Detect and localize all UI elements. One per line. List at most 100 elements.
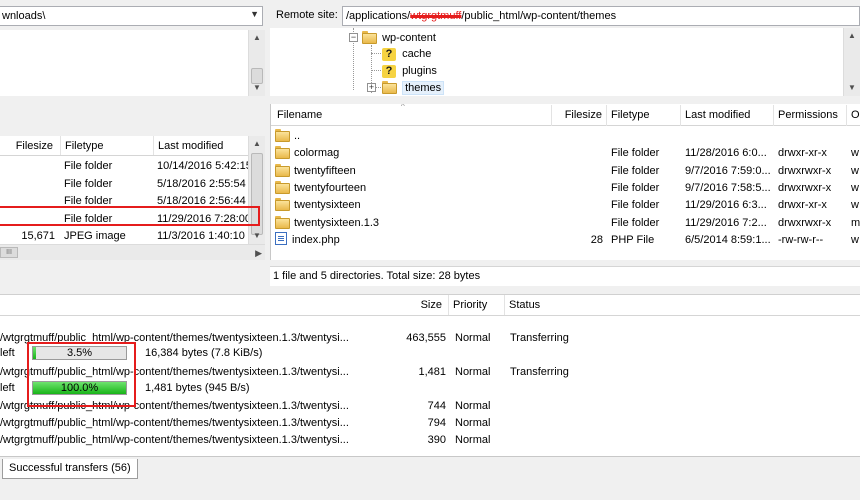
hscroll-thumb[interactable]: III [0, 247, 18, 258]
cell-filename: twentyfifteen [275, 163, 555, 180]
local-path-input[interactable]: wnloads\ [2, 9, 45, 23]
local-tree[interactable] [0, 30, 248, 96]
cell-filetype: File folder [64, 177, 113, 190]
tree-item-cache[interactable]: ? cache [382, 46, 431, 62]
queue-row[interactable]: /wtgrgtmuff/public_html/wp-content/theme… [0, 415, 860, 432]
scroll-right-icon[interactable]: ▶ [255, 245, 262, 261]
tree-item-wp-content[interactable]: wp-content [362, 30, 436, 46]
expand-icon[interactable]: + [367, 83, 376, 92]
column-header-filesize[interactable]: Filesize [551, 105, 606, 126]
local-file-list[interactable]: Filesize Filetype Last modified File fol… [0, 136, 248, 260]
cell-filetype: File folder [611, 216, 660, 229]
folder-icon [275, 180, 290, 194]
column-header-owner[interactable]: O [846, 105, 860, 126]
transfer-detail: 16,384 bytes (7.8 KiB/s) [145, 347, 263, 359]
cell-priority: Normal [455, 400, 491, 412]
time-left-label: left [0, 347, 15, 359]
column-header-filesize[interactable]: Filesize [0, 136, 57, 155]
cell-modified: 11/28/2016 6:0... [685, 147, 767, 160]
highlight-box [27, 342, 136, 407]
cell-filetype: File folder [64, 160, 113, 172]
scroll-down-icon[interactable]: ▼ [249, 228, 265, 244]
folder-icon [275, 146, 290, 160]
filename-text: colormag [294, 147, 340, 160]
column-header-modified[interactable]: Last modified [153, 136, 248, 155]
remote-path-suffix: /public_html/wp-content/themes [461, 10, 617, 22]
remote-path-input[interactable]: /applications/wtgrgtmuff/public_html/wp-… [342, 6, 860, 26]
cell-size: 390 [427, 434, 446, 446]
column-header-status[interactable]: Status [504, 295, 624, 315]
remote-path-prefix: /applications/ [346, 10, 411, 22]
cell-permissions: drwxr-xr-x [778, 147, 827, 160]
chevron-down-icon[interactable]: ▼ [250, 9, 259, 19]
table-row[interactable]: File folder 10/14/2016 5:42:15... [0, 158, 248, 175]
column-header-filename[interactable]: Filename [273, 105, 563, 126]
cell-modified: 11/29/2016 7:2... [685, 216, 767, 229]
column-header-size[interactable]: Size [390, 295, 446, 315]
remote-tree-scrollbar[interactable]: ▲ ▼ [843, 28, 860, 96]
tree-item-themes[interactable]: themes [382, 80, 445, 96]
column-header-filetype[interactable]: Filetype [606, 105, 679, 126]
table-row[interactable]: twentysixteen.1.3 File folder 11/29/2016 7… [271, 215, 860, 232]
folder-icon [275, 215, 290, 229]
local-tree-scrollbar[interactable]: ▲ ▼ [248, 30, 265, 96]
cell-modified: 5/18/2016 2:55:54 ... [157, 177, 248, 190]
remote-site-bar: Remote site: /applications/wtgrgtmuff/pu… [270, 6, 860, 26]
php-file-icon [275, 231, 287, 245]
tree-label: cache [402, 48, 432, 60]
cell-filesize: 15,671 [21, 230, 55, 242]
cell-owner: w [851, 164, 859, 177]
table-row[interactable]: twentyfifteen File folder 9/7/2016 7:59:0.… [271, 163, 860, 180]
cell-priority: Normal [455, 366, 491, 378]
column-header-filetype[interactable]: Filetype [60, 136, 152, 155]
tree-label: themes [402, 81, 445, 95]
scroll-down-icon[interactable]: ▼ [844, 80, 860, 96]
cell-modified: 11/29/2016 6:3... [685, 199, 767, 212]
cell-owner: w [851, 181, 859, 194]
filename-text: twentysixteen.1.3 [294, 216, 379, 229]
queue-row[interactable]: /wtgrgtmuff/public_html/wp-content/theme… [0, 432, 860, 449]
cell-filetype: JPEG image [64, 230, 126, 242]
redacted-text: wtgrgtmuff [410, 10, 462, 22]
local-list-scrollbar[interactable]: ▲ ▼ [248, 136, 265, 244]
cell-filetype: PHP File [611, 233, 655, 246]
tab-successful-transfers[interactable]: Successful transfers (56) [2, 459, 138, 479]
collapse-icon[interactable]: − [349, 33, 358, 42]
table-row[interactable]: twentysixteen File folder 11/29/2016 6:3..… [271, 197, 860, 214]
cell-permissions: drwxrwxr-x [778, 181, 832, 194]
column-header-permissions[interactable]: Permissions [773, 105, 845, 126]
remote-tree[interactable]: − + wp-content ? cache ? plugins themes [270, 28, 843, 96]
tree-item-plugins[interactable]: ? plugins [382, 63, 437, 79]
cell-owner: m [851, 216, 860, 229]
cell-modified: 6/5/2014 8:59:1... [685, 233, 771, 246]
column-header-priority[interactable]: Priority [448, 295, 501, 315]
table-row[interactable]: index.php 28 PHP File 6/5/2014 8:59:1... -rw… [271, 231, 860, 249]
table-row[interactable]: .. [271, 128, 860, 145]
cell-priority: Normal [455, 434, 491, 446]
scroll-up-icon[interactable]: ▲ [844, 28, 860, 44]
remote-file-list[interactable]: ^ Filename Filesize Filetype Last modifi… [270, 104, 860, 260]
cell-filetype: File folder [611, 181, 660, 194]
tab-label: Successful transfers (56) [9, 462, 131, 474]
column-header-modified[interactable]: Last modified [680, 105, 773, 126]
scroll-up-icon[interactable]: ▲ [249, 30, 265, 46]
cell-size: 794 [427, 417, 446, 429]
remote-site-label: Remote site: [276, 9, 338, 21]
folder-icon [275, 129, 290, 142]
cell-filetype: File folder [611, 164, 660, 177]
cell-filename: twentysixteen [275, 197, 555, 214]
tree-label: wp-content [382, 32, 436, 44]
table-row[interactable]: File folder 5/18/2016 2:55:54 ... [0, 176, 248, 193]
cell-remote-path: /wtgrgtmuff/public_html/wp-content/theme… [0, 417, 349, 429]
table-row[interactable]: 15,671 JPEG image 11/3/2016 1:40:10 ... [0, 228, 248, 245]
table-row[interactable]: colormag File folder 11/28/2016 6:0... drwx… [271, 145, 860, 162]
folder-icon [362, 31, 377, 44]
transfer-detail: 1,481 bytes (945 B/s) [145, 382, 250, 394]
table-row[interactable]: twentyfourteen File folder 9/7/2016 7:58:5… [271, 180, 860, 197]
filename-text: twentyfourteen [294, 181, 367, 194]
cell-modified: 9/7/2016 7:58:5... [685, 181, 771, 194]
cell-permissions: drwxrwxr-x [778, 164, 832, 177]
scroll-down-icon[interactable]: ▼ [249, 80, 265, 96]
scroll-up-icon[interactable]: ▲ [249, 136, 265, 152]
local-list-hscrollbar[interactable]: III ▶ [0, 244, 265, 260]
